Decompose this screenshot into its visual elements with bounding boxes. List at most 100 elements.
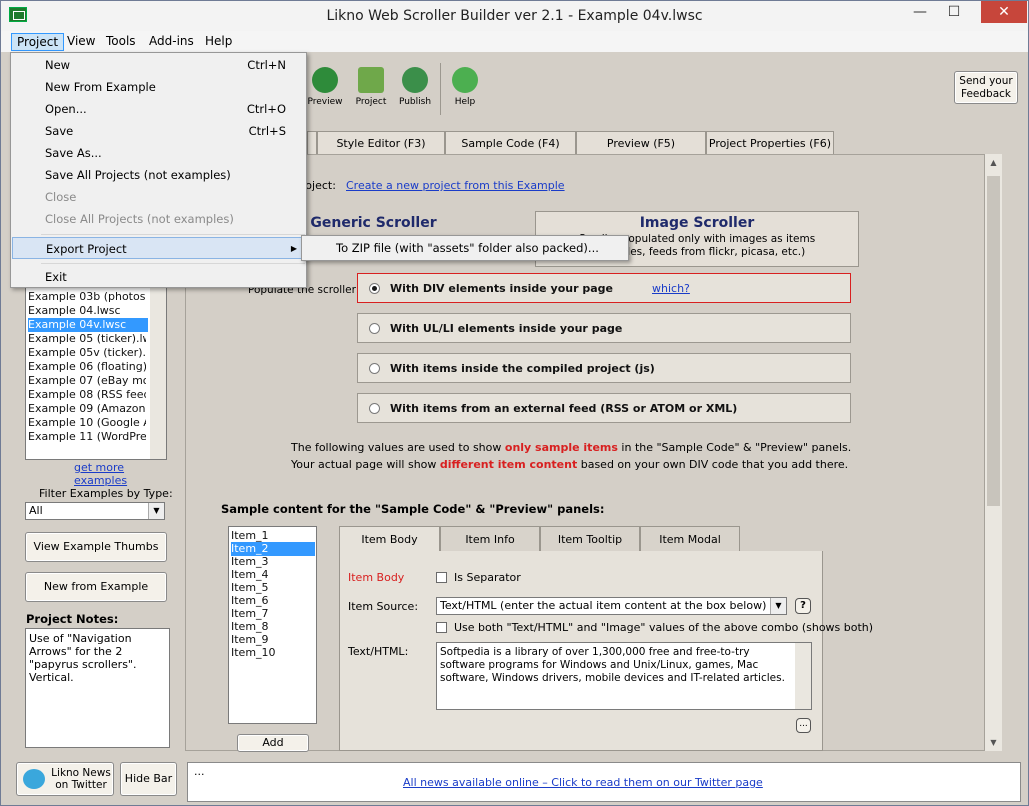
- option-label: With UL/LI elements inside your page: [390, 322, 623, 335]
- list-item[interactable]: Item_4: [231, 568, 315, 582]
- list-item[interactable]: Item_2: [231, 542, 315, 556]
- list-item[interactable]: Example 08 (RSS feed).lwsc: [28, 388, 146, 402]
- menu-tools[interactable]: Tools: [101, 33, 141, 51]
- option-ul-li[interactable]: With UL/LI elements inside your page: [357, 313, 851, 343]
- menu-project[interactable]: Project: [11, 33, 65, 51]
- main-scrollbar[interactable]: ▲ ▼: [985, 154, 1002, 751]
- option-feed[interactable]: With items from an external feed (RSS or…: [357, 393, 851, 423]
- new-from-example-button[interactable]: New from Example: [25, 572, 167, 602]
- list-item[interactable]: Example 06 (floating).lwsc: [28, 360, 146, 374]
- radio-ul[interactable]: [369, 323, 380, 334]
- chevron-right-icon: ▶: [290, 244, 297, 253]
- menu-addins[interactable]: Add-ins: [144, 33, 199, 51]
- menu-export-zip[interactable]: To ZIP file (with "assets" folder also p…: [336, 241, 599, 255]
- scroll-up-icon[interactable]: ▲: [985, 154, 1002, 171]
- ellipsis-button[interactable]: ...: [796, 718, 811, 733]
- shortcut: Ctrl+O: [246, 102, 286, 116]
- menu-separator: [41, 263, 305, 264]
- radio-compiled[interactable]: [369, 363, 380, 374]
- menu-close: Close: [12, 186, 306, 208]
- close-button[interactable]: ✕: [981, 1, 1027, 23]
- tab-item-body[interactable]: Item Body: [339, 526, 440, 552]
- menu-exit[interactable]: Exit: [12, 266, 306, 288]
- tab-project-properties[interactable]: Project Properties (F6): [706, 131, 834, 155]
- list-item[interactable]: Example 03b (photos).lwsc: [28, 290, 146, 304]
- list-item[interactable]: Item_7: [231, 607, 315, 621]
- menu-open[interactable]: Open... Ctrl+O: [12, 98, 306, 120]
- examples-scrollbar[interactable]: [150, 278, 166, 459]
- list-item[interactable]: Item_10: [231, 646, 315, 660]
- more-examples-link[interactable]: get more examples: [74, 461, 179, 487]
- info-text: The following values are used to show: [291, 441, 505, 454]
- view-thumbs-button[interactable]: View Example Thumbs: [25, 532, 167, 562]
- title-bar: Likno Web Scroller Builder ver 2.1 - Exa…: [1, 1, 1028, 31]
- menu-save-all[interactable]: Save All Projects (not examples): [12, 164, 306, 186]
- filter-select[interactable]: All ▼: [25, 502, 165, 520]
- list-item[interactable]: Example 04v.lwsc: [28, 318, 148, 332]
- create-project-link[interactable]: Create a new project from this Example: [346, 179, 565, 192]
- list-item[interactable]: Item_5: [231, 581, 315, 595]
- twitter-news-button[interactable]: Likno News on Twitter: [16, 762, 114, 796]
- option-div-elements[interactable]: With DIV elements inside your page which…: [357, 273, 851, 303]
- project-notes[interactable]: Use of "Navigation Arrows" for the 2 "pa…: [25, 628, 170, 748]
- twitter-news-link[interactable]: All news available online – Click to rea…: [403, 776, 763, 789]
- item-source-label: Item Source:: [348, 600, 419, 613]
- which-link[interactable]: which?: [652, 282, 690, 295]
- list-item[interactable]: Example 04.lwsc: [28, 304, 146, 318]
- menu-new-from-example[interactable]: New From Example: [12, 76, 306, 98]
- textarea-scrollbar[interactable]: [795, 643, 811, 709]
- menu-help[interactable]: Help: [200, 33, 237, 51]
- tab-preview[interactable]: Preview (F5): [576, 131, 706, 155]
- tab-item-modal[interactable]: Item Modal: [640, 526, 740, 551]
- use-both-label: Use both "Text/HTML" and "Image" values …: [454, 621, 874, 634]
- add-item-button[interactable]: Add: [237, 734, 309, 752]
- menu-view[interactable]: View: [62, 33, 100, 51]
- info-line-1: The following values are used to show on…: [291, 441, 851, 454]
- tab-partial[interactable]: [307, 131, 317, 155]
- examples-list[interactable]: Example 03b (photos).lwsc Example 04.lws…: [25, 277, 167, 460]
- tab-style-editor[interactable]: Style Editor (F3): [317, 131, 445, 155]
- items-list[interactable]: Item_1 Item_2 Item_3 Item_4 Item_5 Item_…: [228, 526, 317, 724]
- list-item[interactable]: Example 11 (WordPress): [28, 430, 146, 444]
- scroll-down-icon[interactable]: ▼: [985, 734, 1002, 751]
- feedback-button[interactable]: Send your Feedback: [954, 71, 1018, 104]
- scroll-thumb[interactable]: [987, 176, 1000, 506]
- radio-feed[interactable]: [369, 403, 380, 414]
- option-compiled[interactable]: With items inside the compiled project (…: [357, 353, 851, 383]
- list-item[interactable]: Item_6: [231, 594, 315, 608]
- list-item[interactable]: Item_3: [231, 555, 315, 569]
- use-both-checkbox[interactable]: [436, 622, 447, 633]
- window-title: Likno Web Scroller Builder ver 2.1 - Exa…: [326, 8, 703, 24]
- maximize-button[interactable]: ☐: [937, 1, 971, 23]
- list-item[interactable]: Example 10 (Google Analytics): [28, 416, 146, 430]
- chevron-down-icon[interactable]: ▼: [770, 598, 786, 614]
- toolbar-project[interactable]: Project: [349, 65, 393, 115]
- menu-export-project[interactable]: Export Project ▶: [12, 237, 306, 259]
- tab-item-info[interactable]: Item Info: [440, 526, 540, 551]
- minimize-button[interactable]: —: [903, 1, 937, 23]
- list-item[interactable]: Example 05v (ticker).lwsc: [28, 346, 146, 360]
- toolbar-help[interactable]: Help: [443, 65, 487, 115]
- menu-save-as[interactable]: Save As...: [12, 142, 306, 164]
- option-label: With items from an external feed (RSS or…: [390, 402, 738, 415]
- chevron-down-icon[interactable]: ▼: [148, 503, 164, 519]
- list-item[interactable]: Item_9: [231, 633, 315, 647]
- list-item[interactable]: Example 07 (eBay mockup): [28, 374, 146, 388]
- is-separator-checkbox[interactable]: [436, 572, 447, 583]
- hide-bar-button[interactable]: Hide Bar: [120, 762, 177, 796]
- list-item[interactable]: Example 09 (Amazon mockup): [28, 402, 146, 416]
- tab-sample-code[interactable]: Sample Code (F4): [445, 131, 576, 155]
- item-source-select[interactable]: Text/HTML (enter the actual item content…: [436, 597, 787, 615]
- toolbar-publish-label: Publish: [398, 97, 432, 107]
- tab-item-tooltip[interactable]: Item Tooltip: [540, 526, 640, 551]
- help-question-icon[interactable]: ?: [795, 598, 811, 614]
- toolbar-publish[interactable]: Publish: [393, 65, 437, 115]
- list-item[interactable]: Example 05 (ticker).lwsc: [28, 332, 146, 346]
- list-item[interactable]: Item_1: [231, 529, 315, 543]
- toolbar-preview[interactable]: Preview: [303, 65, 347, 115]
- menu-save[interactable]: Save Ctrl+S: [12, 120, 306, 142]
- menu-new[interactable]: New Ctrl+N: [12, 54, 306, 76]
- list-item[interactable]: Item_8: [231, 620, 315, 634]
- text-html-textarea[interactable]: Softpedia is a library of over 1,300,000…: [436, 642, 812, 710]
- radio-div[interactable]: [369, 283, 380, 294]
